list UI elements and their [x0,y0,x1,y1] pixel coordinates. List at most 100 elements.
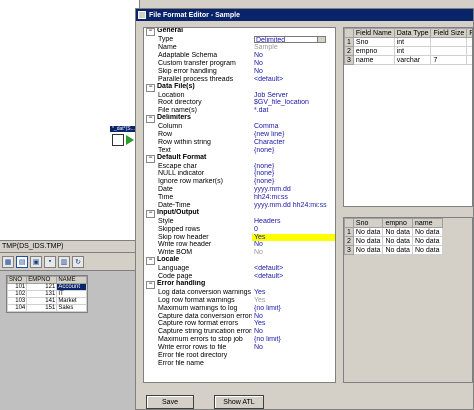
property-value[interactable]: No [252,313,335,320]
property-value[interactable]: No [252,249,335,256]
refresh-icon[interactable]: ↻ [72,255,84,268]
schema-cell[interactable] [430,46,468,56]
table-row[interactable]: 101 121 Account [6,283,87,291]
schema-cell[interactable]: empno [352,46,395,56]
property-value[interactable]: {no limit} [252,336,335,343]
table-row[interactable]: 102 131 IT [6,290,87,298]
property-value[interactable]: No [252,52,335,59]
property-row[interactable]: Time hh24:mi:ss [144,194,335,202]
schema-column-header[interactable]: Data Type [393,28,432,38]
property-section[interactable]: Data File(s) [144,83,335,91]
property-section[interactable]: General [144,28,335,36]
property-section[interactable]: Default Format [144,154,335,162]
property-row[interactable]: Escape char {none} [144,162,335,170]
schema-cell[interactable] [430,37,468,47]
schema-column-header[interactable]: Field Name [352,28,395,38]
property-row[interactable]: Adaptable Schema No [144,52,335,60]
property-row[interactable]: Write error rows to file No [144,344,335,352]
column-header[interactable]: SNO [6,276,28,284]
property-row[interactable]: NULL indicator {none} [144,170,335,178]
property-row[interactable]: Date yyyy.mm.dd [144,186,335,194]
column-header[interactable]: EMPNO [26,276,58,284]
property-value[interactable]: No [252,344,335,351]
property-row[interactable]: Custom transfer program No [144,60,335,68]
type-dropdown[interactable]: Delimited [254,35,326,44]
table-view-icon[interactable]: ▤ [16,255,28,268]
property-row[interactable]: Ignore row marker(s) {none} [144,178,335,186]
property-row[interactable]: Maximum errors to stop job {no limit} [144,336,335,344]
property-value[interactable]: Yes [252,297,335,304]
grid-icon[interactable]: ▦ [2,255,14,268]
column-header[interactable]: NAME [56,276,87,284]
schema-cell[interactable]: int [393,37,432,47]
property-value[interactable]: Character [252,139,335,146]
property-row[interactable]: Log row format warnings Yes [144,296,335,304]
property-row[interactable]: Location Job Server [144,91,335,99]
schema-cell[interactable]: 7 [430,55,468,65]
property-row[interactable]: Error file root directory [144,352,335,360]
schema-cell[interactable] [466,46,472,56]
property-section[interactable]: Input/Output [144,209,335,217]
property-value[interactable]: {none} [252,178,335,185]
save-icon[interactable]: ▪ [44,255,56,268]
property-row[interactable]: Skip error handling No [144,67,335,75]
property-value[interactable]: Yes [252,289,335,296]
property-row[interactable]: Maximum warnings to log {no limit} [144,304,335,312]
property-value[interactable]: {none} [252,147,335,154]
property-value[interactable]: No [252,241,335,248]
property-row[interactable]: Capture data conversion errors No [144,312,335,320]
property-row[interactable]: Skipped rows 0 [144,225,335,233]
table-row[interactable]: 103 141 Market [6,297,87,305]
schema-row[interactable]: 2 empno int [344,46,472,56]
property-value[interactable]: {none} [252,163,335,170]
table-row[interactable]: 104 151 Sales [6,304,87,312]
schema-cell[interactable] [466,37,472,47]
property-value[interactable]: yyyy.mm.dd hh24:mi:ss [252,202,335,209]
property-value[interactable]: <default> [252,265,335,272]
schema-column-header[interactable]: Precision [466,28,472,38]
image-icon[interactable]: ▣ [30,255,42,268]
property-value[interactable]: <default> [252,273,335,280]
property-value[interactable]: No [252,60,335,67]
property-section[interactable]: Locale [144,256,335,265]
property-value[interactable]: Sample [252,44,335,51]
property-row[interactable]: Column Comma [144,123,335,131]
dialog-title-bar[interactable]: File Format Editor - Sample [136,9,473,21]
schema-cell[interactable] [466,55,472,65]
property-row[interactable]: Capture row format errors Yes [144,320,335,328]
schema-column-header[interactable]: Field Size [430,28,468,38]
schema-cell[interactable]: name [352,55,395,65]
save-button[interactable]: Save [146,395,194,409]
print-icon[interactable]: ▥ [58,255,70,268]
show-atl-button[interactable]: Show ATL [214,395,264,409]
property-section[interactable]: Error handling [144,280,335,289]
property-value[interactable]: Job Server [252,92,335,99]
property-value[interactable]: Yes [252,320,335,327]
property-value[interactable]: *.dat [252,107,335,114]
property-value[interactable]: Delimited [252,35,335,44]
property-row[interactable]: Row {new line} [144,131,335,139]
property-row[interactable]: Row within string Character [144,138,335,146]
property-value[interactable]: hh24:mi:ss [252,194,335,201]
property-row[interactable]: Skip row header Yes [144,233,335,241]
property-row[interactable]: Root directory $GV_file_location [144,99,335,107]
property-value[interactable]: {none} [252,170,335,177]
schema-row[interactable]: 1 Sno int [344,37,472,47]
property-row[interactable]: Capture string truncation errors No [144,328,335,336]
property-row[interactable]: Log data conversion warnings Yes [144,288,335,296]
property-value[interactable]: $GV_file_location [252,99,335,106]
property-row[interactable]: Language <default> [144,265,335,273]
property-value[interactable]: yyyy.mm.dd [252,186,335,193]
property-row[interactable]: Style Headers [144,217,335,225]
property-value[interactable]: No [252,328,335,335]
property-value[interactable]: <default> [252,76,335,83]
schema-cell[interactable]: Sno [352,37,395,47]
property-row[interactable]: Type Delimited [144,35,335,44]
designer-canvas[interactable]: *_dat*(S... [0,0,140,240]
property-value[interactable]: {new line} [252,131,335,138]
property-row[interactable]: Name Sample [144,44,335,52]
schema-cell[interactable]: int [393,46,432,56]
property-value[interactable]: Comma [252,123,335,130]
property-value[interactable]: Yes [252,233,335,241]
property-value[interactable]: 0 [252,226,335,233]
